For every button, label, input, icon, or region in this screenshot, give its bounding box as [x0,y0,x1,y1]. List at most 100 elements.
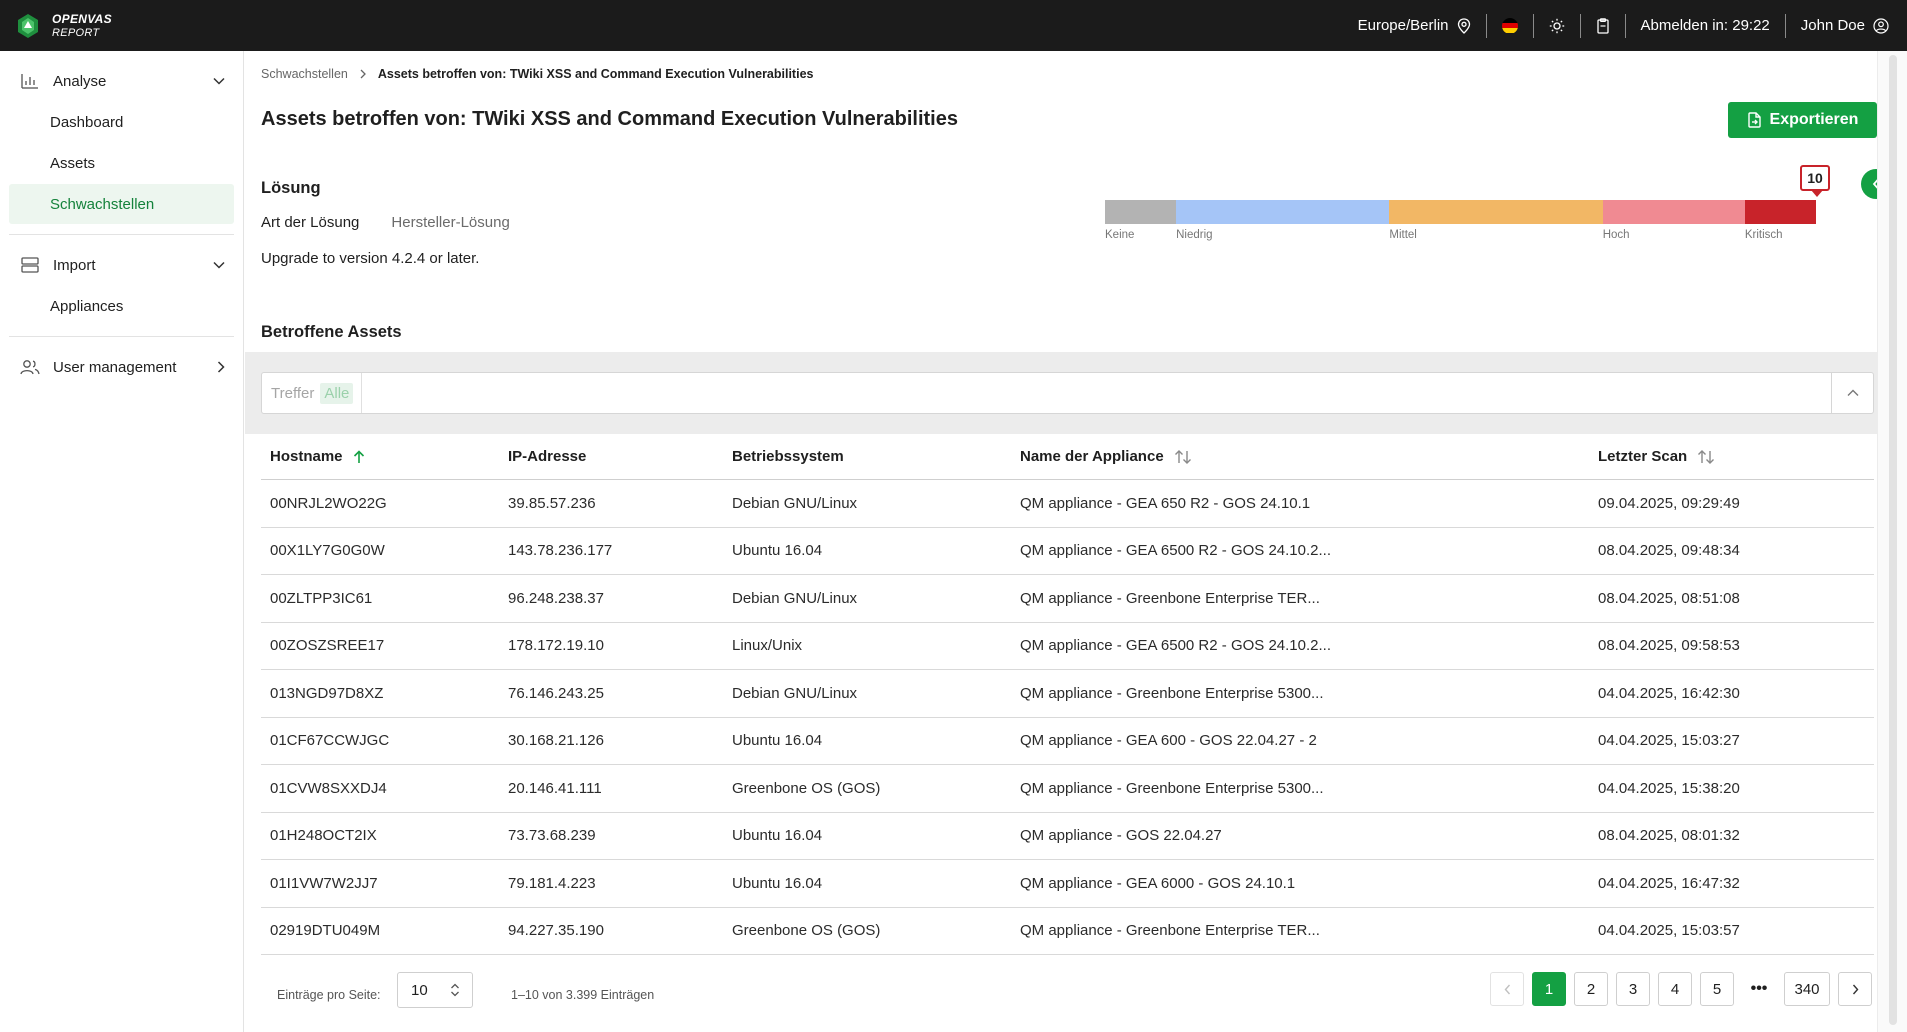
cell-appliance: QM appliance - GOS 22.04.27 [1020,827,1222,845]
sidebar-group-analyse[interactable]: Analyse [0,61,243,101]
cell-hostname: 013NGD97D8XZ [270,684,384,702]
solution-type-value: Hersteller-Lösung [391,214,510,231]
user-menu[interactable]: John Doe [1786,14,1889,38]
table-row[interactable]: 00ZLTPP3IC61 96.248.238.37 Debian GNU/Linu… [261,575,1874,623]
column-header-label: Letzter Scan [1598,448,1688,465]
column-header-last-scan[interactable]: Letzter Scan [1589,448,1874,465]
table-row[interactable]: 00NRJL2WO22G 39.85.57.236 Debian GNU/Linux… [261,480,1874,528]
cell-appliance: QM appliance - GEA 6500 R2 - GOS 24.10.2… [1020,637,1331,655]
cell-hostname: 00X1LY7G0G0W [270,542,385,560]
severity-segment-niedrig: Niedrig [1176,200,1390,241]
severity-segment-hoch: Hoch [1602,200,1745,241]
cell-last-scan: 04.04.2025, 16:42:30 [1598,684,1740,702]
sidebar-group-user-management[interactable]: User management [0,347,243,387]
table-row[interactable]: 00ZOSZSREE17 178.172.19.10 Linux/Unix QM ap… [261,623,1874,670]
solution-heading: Lösung [261,179,321,197]
column-header-appliance[interactable]: Name der Appliance [1011,448,1589,465]
cell-hostname: 01H248OCT2IX [270,827,377,845]
column-header-label: Name der Appliance [1020,448,1164,465]
filter-chip-value[interactable]: Alle [320,382,354,404]
cell-hostname: 01CVW8SXXDJ4 [270,779,387,797]
table-row[interactable]: 00X1LY7G0G0W 143.78.236.177 Ubuntu 16.04 QM… [261,528,1874,575]
scrollbar-thumb[interactable] [1889,55,1897,1025]
table-body: 00NRJL2WO22G 39.85.57.236 Debian GNU/Linux… [261,480,1874,955]
app-logo[interactable]: OPENVAS REPORT [0,0,112,51]
timezone-selector[interactable]: Europe/Berlin [1343,14,1486,38]
export-button-label: Exportieren [1769,111,1859,128]
sidebar-group-label: Import [53,256,96,274]
cell-hostname: 02919DTU049M [270,922,381,940]
page-button-3[interactable]: 3 [1616,972,1650,1006]
clipboard-icon [1596,17,1609,34]
table-row[interactable]: 01CF67CCWJGC 30.168.21.126 Ubuntu 16.04 QM … [261,718,1874,765]
sun-icon [1549,18,1564,33]
per-page-label: Einträge pro Seite: [277,988,381,1002]
filter-collapse-button[interactable] [1831,373,1873,413]
sidebar-item-appliances[interactable]: Appliances [9,286,234,326]
page-button-1[interactable]: 1 [1532,972,1566,1006]
breadcrumb-parent[interactable]: Schwachstellen [261,67,348,81]
filter-bar: Treffer Alle [261,372,1874,414]
cell-hostname: 00NRJL2WO22G [270,494,387,512]
sidebar-item-schwachstellen[interactable]: Schwachstellen [9,184,234,224]
next-page-button[interactable] [1838,972,1872,1006]
page-button-5[interactable]: 5 [1700,972,1734,1006]
sidebar: Analyse Dashboard Assets Schwachstellen … [0,51,244,1032]
sidebar-group-import[interactable]: Import [0,245,243,285]
cell-appliance: QM appliance - GEA 6000 - GOS 24.10.1 [1020,874,1296,892]
sidebar-item-assets[interactable]: Assets [9,143,234,183]
page-button-2[interactable]: 2 [1574,972,1608,1006]
cell-appliance: QM appliance - Greenbone Enterprise TER.… [1020,589,1320,607]
column-header-os: Betriebssystem [723,448,1011,465]
cell-ip: 178.172.19.10 [508,637,604,655]
table-row[interactable]: 013NGD97D8XZ 76.146.243.25 Debian GNU/Linu… [261,670,1874,718]
column-header-hostname[interactable]: Hostname [261,448,499,465]
cell-ip: 73.73.68.239 [508,827,596,845]
table-row[interactable]: 01CVW8SXXDJ4 20.146.41.111 Greenbone OS (G… [261,765,1874,813]
logout-timer[interactable]: Abmelden in: 29:22 [1626,14,1785,38]
sidebar-item-label: Schwachstellen [50,195,155,213]
column-header-label: IP-Adresse [508,448,587,465]
filter-input[interactable] [361,373,1831,413]
theme-toggle[interactable] [1534,14,1580,38]
cell-appliance: QM appliance - Greenbone Enterprise TER.… [1020,922,1320,940]
column-header-ip: IP-Adresse [499,448,723,465]
page-title: Assets betroffen von: TWiki XSS and Comm… [261,108,958,130]
sort-ascending-icon[interactable] [353,449,365,464]
user-name: John Doe [1800,17,1865,34]
logo-line-2: REPORT [52,26,100,39]
language-selector[interactable] [1487,14,1533,38]
cell-os: Debian GNU/Linux [732,589,858,607]
per-page-value: 10 [411,981,428,999]
cell-os: Debian GNU/Linux [732,494,858,512]
page-scrollbar[interactable] [1877,51,1907,1032]
severity-segment-label: Kritisch [1744,229,1783,241]
export-button[interactable]: Exportieren [1728,102,1877,138]
page-button-4[interactable]: 4 [1658,972,1692,1006]
previous-page-button[interactable] [1490,972,1524,1006]
table-row[interactable]: 01I1VW7W2JJ7 79.181.4.223 Ubuntu 16.04 QM a… [261,860,1874,908]
cell-os: Ubuntu 16.04 [732,827,823,845]
clipboard-button[interactable] [1581,14,1625,38]
sidebar-item-dashboard[interactable]: Dashboard [9,102,234,142]
table-row[interactable]: 02919DTU049M 94.227.35.190 Greenbone OS (G… [261,908,1874,955]
cell-os: Debian GNU/Linux [732,684,858,702]
table-header: Hostname IP-Adresse Betriebssystem Name … [261,434,1874,480]
logout-timer-label: Abmelden in: 29:22 [1640,17,1770,34]
solution-type-row: Art der Lösung Hersteller-Lösung [261,214,510,231]
cell-hostname: 00ZLTPP3IC61 [270,589,373,607]
cell-appliance: QM appliance - Greenbone Enterprise 5300… [1020,684,1324,702]
page-button-last[interactable]: 340 [1784,972,1830,1006]
cell-ip: 39.85.57.236 [508,494,596,512]
cell-hostname: 01I1VW7W2JJ7 [270,874,378,892]
cell-ip: 20.146.41.111 [508,779,602,797]
cell-last-scan: 08.04.2025, 08:01:32 [1598,827,1740,845]
table-row[interactable]: 01H248OCT2IX 73.73.68.239 Ubuntu 16.04 QM a… [261,813,1874,860]
chevron-left-icon [1504,984,1510,994]
sidebar-item-label: Dashboard [50,113,124,131]
sort-icon[interactable] [1697,449,1715,464]
cell-os: Greenbone OS (GOS) [732,779,881,797]
per-page-select[interactable]: 10 [397,972,473,1008]
entries-count: 1–10 von 3.399 Einträgen [511,988,655,1002]
sort-icon[interactable] [1174,449,1192,464]
